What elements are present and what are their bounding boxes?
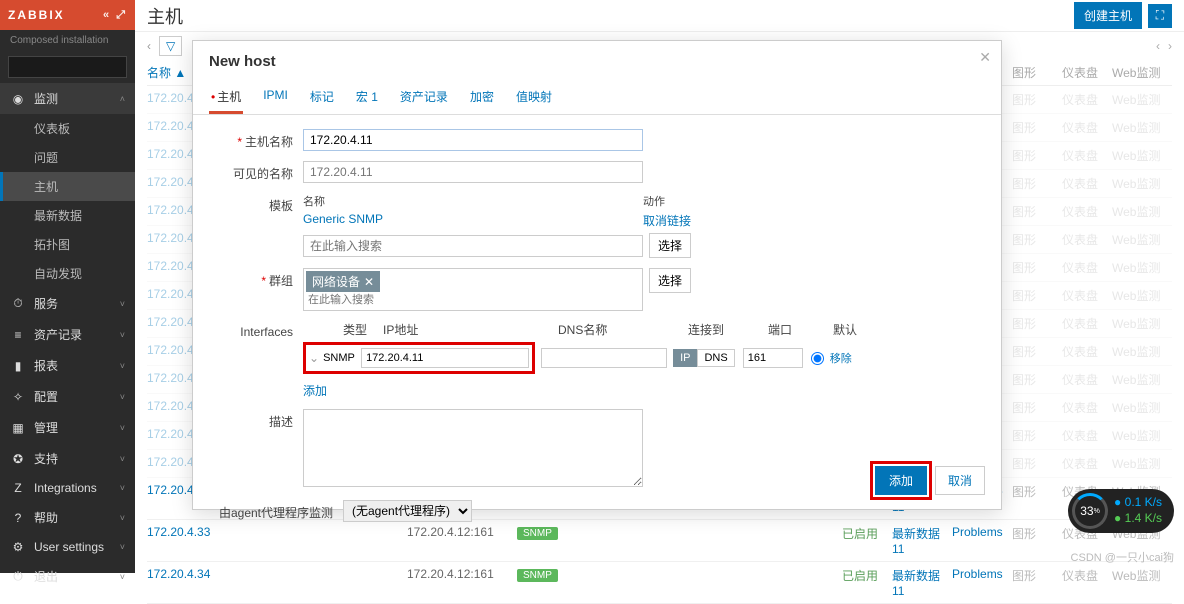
chevron-right-icon[interactable]: › [1168,39,1172,53]
speed-widget: 33% ● 0.1 K/s ● 1.4 K/s [1068,489,1174,533]
tab-资产记录[interactable]: 资产记录 [398,82,450,114]
modal-footer: 添加 取消 [875,466,985,495]
default-interface-radio[interactable] [811,352,824,365]
nav-资产记录[interactable]: ≡资产记录˅ [0,319,135,350]
col-dashboards: 仪表盘 [1062,64,1112,81]
tab-宏 1[interactable]: 宏 1 [354,82,380,114]
page-header: 主机 创建主机 ⛶ [135,0,1184,32]
watermark: CSDN @一只小cai狗 [1071,549,1174,565]
description-label: 描述 [213,409,303,430]
modal-tabs: •主机 IPMI 标记宏 1 资产记录加密值映射 [193,82,1001,115]
groups-tagbox[interactable]: 网络设备✕ [303,268,643,311]
tab-主机[interactable]: •主机 [209,82,243,114]
nav-sub-仪表板[interactable]: 仪表板 [0,114,135,143]
add-button[interactable]: 添加 [875,466,927,495]
nav-sub-最新数据[interactable]: 最新数据 [0,201,135,230]
speed-gauge: 33% [1072,493,1108,529]
fullscreen-button[interactable]: ⛶ [1148,4,1172,28]
connect-dns-button[interactable]: DNS [697,349,734,367]
modal-title: New host [193,41,1001,82]
logo-text: ZABBIX [8,8,65,22]
nav-退出[interactable]: ⏻退出˅ [0,561,135,592]
nav-Integrations[interactable]: ZIntegrations˅ [0,474,135,502]
host-row[interactable]: 172.20.4.34172.20.4.12:161SNMP已启用最新数据 11… [147,562,1172,604]
tab-值映射[interactable]: 值映射 [514,82,554,114]
monitored-label: 由agent代理程序监测 [213,500,343,521]
interface-header: 类型IP地址DNS名称连接到端口默认 [303,321,981,338]
template-select-button[interactable]: 选择 [649,233,691,258]
install-subtitle: Composed installation [0,30,135,51]
interface-port-input[interactable] [743,348,803,368]
collapse-icon[interactable]: « ⤢ [103,9,127,22]
tab-加密[interactable]: 加密 [468,82,496,114]
interface-dns-input[interactable] [541,348,667,368]
col-graphs: 图形 [1012,64,1062,81]
nav-管理[interactable]: ▦管理˅ [0,412,135,443]
description-textarea[interactable] [303,409,643,487]
interface-ip-input[interactable] [361,348,529,368]
nav-sub-问题[interactable]: 问题 [0,143,135,172]
group-tag: 网络设备✕ [306,271,380,292]
chevron-left-icon[interactable]: ‹ [147,39,151,53]
nav-User settings[interactable]: ⚙User settings˅ [0,533,135,561]
close-icon[interactable]: ✕ [979,49,991,66]
unlink-link[interactable]: 取消链接 [643,212,691,229]
template-link[interactable]: Generic SNMP [303,212,383,226]
connect-ip-button[interactable]: IP [673,349,697,367]
interface-type: SNMP [323,352,361,364]
template-search-input[interactable] [303,235,643,257]
remove-interface-link[interactable]: 移除 [830,350,852,366]
sidebar-search[interactable]: 🔍 [8,56,127,78]
page-title: 主机 [147,3,183,29]
nav-支持[interactable]: ✪支持˅ [0,443,135,474]
nav-配置[interactable]: ✧配置˅ [0,381,135,412]
visname-input[interactable] [303,161,643,183]
col-web: Web监测 [1112,64,1172,81]
visname-label: 可见的名称 [213,161,303,182]
chevron-down-icon[interactable]: ⌄ [309,351,319,365]
create-host-button[interactable]: 创建主机 [1074,2,1142,29]
nav-报表[interactable]: ▮报表˅ [0,350,135,381]
nav-sub-拓扑图[interactable]: 拓扑图 [0,230,135,259]
nav-帮助[interactable]: ?帮助˅ [0,502,135,533]
logo: ZABBIX « ⤢ [0,0,135,30]
nav-监测[interactable]: ◉监测˄ [0,83,135,114]
proxy-select[interactable]: (无agent代理程序) [343,500,472,522]
group-search-input[interactable] [306,292,640,308]
hostname-input[interactable] [303,129,643,151]
nav-sub-主机[interactable]: 主机 [0,172,135,201]
sidebar: ZABBIX « ⤢ Composed installation 🔍 ◉监测˄仪… [0,0,135,573]
new-host-modal: ✕ New host •主机 IPMI 标记宏 1 资产记录加密值映射 *主机名称 可… [192,40,1002,510]
hostname-label: *主机名称 [213,129,303,150]
templates-label: 模板 [213,193,303,214]
add-interface-link[interactable]: 添加 [303,384,327,398]
nav-服务[interactable]: ⏱服务˅ [0,288,135,319]
remove-tag-icon[interactable]: ✕ [364,275,374,289]
cancel-button[interactable]: 取消 [935,466,985,495]
chevron-left-icon[interactable]: ‹ [1156,39,1160,53]
tab-标记[interactable]: 标记 [308,82,336,114]
group-select-button[interactable]: 选择 [649,268,691,293]
nav-sub-自动发现[interactable]: 自动发现 [0,259,135,288]
filter-button[interactable]: ▽ [159,36,182,56]
interfaces-label: Interfaces [213,321,303,339]
tab-IPMI[interactable]: IPMI [261,82,290,114]
interface-row: ⌄ SNMP [303,342,535,374]
groups-label: *群组 [213,268,303,289]
